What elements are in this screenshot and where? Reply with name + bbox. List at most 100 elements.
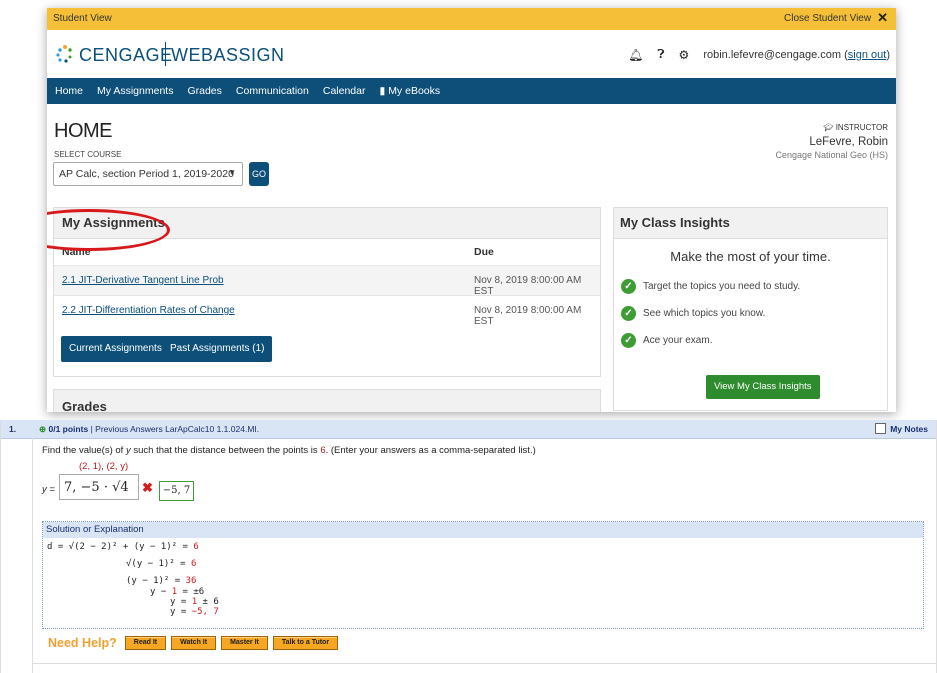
question-panel: 1. ⊕ 0/1 points | Previous Answers LarAp… <box>0 420 937 673</box>
solution-expr: y − <box>150 587 172 597</box>
insight-item: ✓ See which topics you know. <box>621 305 765 321</box>
answer-label: y = <box>42 484 55 495</box>
student-view-bar: Student View Close Student View ✕ <box>47 8 896 30</box>
question-points: 0/1 points <box>48 424 89 434</box>
course-select-value[interactable]: AP Calc, section Period 1, 2019-2020 <box>59 168 234 180</box>
check-icon: ✓ <box>621 278 636 294</box>
nav-my-ebooks-label[interactable]: My eBooks <box>388 85 440 97</box>
assignment-due: Nov 8, 2019 8:00:00 AM EST <box>474 305 582 327</box>
solution-value: 36 <box>185 576 197 586</box>
insight-item: ✓ Ace your exam. <box>621 332 712 348</box>
solution-expr: y = <box>170 597 192 607</box>
master-it-button[interactable]: Master It <box>221 636 268 650</box>
solution-line: y = 1 ± 6 <box>170 597 219 607</box>
previous-answers-link[interactable]: Previous Answers <box>95 424 163 434</box>
view-class-insights-button[interactable]: View My Class Insights <box>706 375 820 399</box>
assignment-link[interactable]: 2.1 JIT-Derivative Tangent Line Prob <box>62 275 224 286</box>
point-a: (2, 1) <box>79 461 102 472</box>
logo-cengage-text: CENGAGE <box>79 45 173 65</box>
check-icon: ✓ <box>621 305 636 321</box>
instructor-info: 🎓︎ INSTRUCTOR LeFevre, Robin Cengage Nat… <box>775 123 888 160</box>
page-title: HOME <box>54 120 113 142</box>
nav-grades[interactable]: Grades <box>187 78 221 104</box>
my-notes-toggle[interactable]: My Notes <box>875 423 928 434</box>
past-assignments-button[interactable]: Past Assignments (1) <box>162 336 273 362</box>
close-student-view[interactable]: Close Student View ✕ <box>784 11 888 24</box>
need-help-label: Need Help? <box>48 636 117 650</box>
prompt-text: . (Enter your answers as a comma-separat… <box>325 445 536 456</box>
book-icon: ▮ <box>379 85 389 97</box>
gear-icon[interactable]: ⚙ <box>679 48 690 62</box>
table-row: 2.1 JIT-Derivative Tangent Line Prob Nov… <box>54 265 600 297</box>
assignment-link[interactable]: 2.2 JIT-Differentiation Rates of Change <box>62 305 235 316</box>
solution-title: Solution or Explanation <box>43 522 923 538</box>
main-nav: Home My Assignments Grades Communication… <box>47 78 896 104</box>
user-email: robin.lefevre@cengage.com (sign out) <box>703 48 890 61</box>
watch-it-button[interactable]: Watch It <box>171 636 217 650</box>
question-prompt: Find the value(s) of y such that the dis… <box>42 445 536 456</box>
cengage-logo-icon <box>56 45 72 63</box>
nav-home[interactable]: Home <box>55 78 83 104</box>
course-select[interactable]: AP Calc, section Period 1, 2019-2020 ▼ <box>53 162 243 186</box>
solution-value: −5, 7 <box>191 607 219 617</box>
check-icon: ✓ <box>621 332 636 348</box>
insights-headline: Make the most of your time. <box>670 249 831 264</box>
instructor-role: 🎓︎ INSTRUCTOR <box>775 123 888 132</box>
insight-item-label: Ace your exam. <box>643 334 713 346</box>
point-b: (2, y) <box>106 461 129 472</box>
solution-line: y − 1 = ±6 <box>150 587 204 597</box>
header: CENGAGE WEBASSIGN 🔔︎ ❓︎ ⚙ robin.lefevre@… <box>47 30 896 78</box>
insight-item: ✓ Target the topics you need to study. <box>621 278 800 294</box>
solution-box: Solution or Explanation d = √(2 − 2)² + … <box>42 521 924 629</box>
logo-divider <box>165 42 166 66</box>
checkbox-icon[interactable] <box>875 423 887 434</box>
solution-value: 6 <box>193 542 199 552</box>
instructor-school: Cengage National Geo (HS) <box>775 150 888 160</box>
chevron-down-icon[interactable]: ▼ <box>228 168 236 177</box>
prompt-text: Find the value(s) of <box>42 445 126 456</box>
solution-line: (y − 1)² = 36 <box>126 576 196 586</box>
nav-my-assignments[interactable]: My Assignments <box>97 78 173 104</box>
webassign-screenshot: Student View Close Student View ✕ CENGAG… <box>47 8 896 412</box>
logo-webassign-text: WEBASSIGN <box>171 45 285 65</box>
prompt-text: such that the distance between the point… <box>130 445 321 456</box>
nav-my-ebooks[interactable]: ▮ My eBooks <box>379 78 440 104</box>
solution-expr: ± 6 <box>197 597 219 607</box>
expand-icon[interactable]: ⊕ <box>39 424 46 434</box>
solution-expr: d = √(2 − 2)² + (y − 1)² = <box>47 542 194 552</box>
instructor-name: LeFevre, Robin <box>809 136 888 148</box>
class-insights-title: My Class Insights <box>614 208 887 239</box>
my-notes-label[interactable]: My Notes <box>890 424 928 434</box>
question-meta: ⊕ 0/1 points | Previous Answers LarApCal… <box>39 424 259 435</box>
question-reference: LarApCalc10 1.1.024.MI. <box>165 424 260 434</box>
solution-expr: = ±6 <box>177 587 205 597</box>
go-button[interactable]: GO <box>249 162 269 186</box>
close-icon[interactable]: ✕ <box>877 11 888 24</box>
nav-communication[interactable]: Communication <box>236 78 309 104</box>
need-help-bar: Need Help? Read It Watch It Master It Ta… <box>48 636 339 650</box>
solution-expr: √(y − 1)² = <box>126 559 192 569</box>
solution-expr: (y − 1)² = <box>126 576 186 586</box>
read-it-button[interactable]: Read It <box>124 636 167 650</box>
help-icon[interactable]: ❓︎ <box>657 47 664 62</box>
student-view-label: Student View <box>53 13 112 24</box>
answer-input[interactable]: 7, −5 · √4 <box>59 474 139 500</box>
graduation-cap-icon: 🎓︎ <box>823 123 836 132</box>
select-course-label: SELECT COURSE <box>54 150 122 159</box>
table-row: 2.2 JIT-Differentiation Rates of Change … <box>54 295 600 327</box>
sign-out-link[interactable]: sign out <box>848 49 887 61</box>
class-insights-panel: My Class Insights Make the most of your … <box>613 207 888 411</box>
nav-calendar[interactable]: Calendar <box>323 78 366 104</box>
close-student-view-label[interactable]: Close Student View <box>784 13 871 24</box>
insight-item-label: Target the topics you need to study. <box>643 280 801 292</box>
solution-line: y = −5, 7 <box>170 607 219 617</box>
instructor-role-text: INSTRUCTOR <box>835 123 888 132</box>
talk-to-tutor-button[interactable]: Talk to a Tutor <box>272 636 339 650</box>
solution-line: d = √(2 − 2)² + (y − 1)² = 6 <box>47 542 199 552</box>
correct-answer-box: −5, 7 <box>159 481 194 501</box>
grades-title: Grades <box>62 399 107 412</box>
given-points: (2, 1), (2, y) <box>79 461 129 472</box>
solution-line: √(y − 1)² = 6 <box>126 559 196 569</box>
solution-value: 6 <box>191 559 197 569</box>
bell-icon[interactable]: 🔔︎ <box>628 48 643 62</box>
